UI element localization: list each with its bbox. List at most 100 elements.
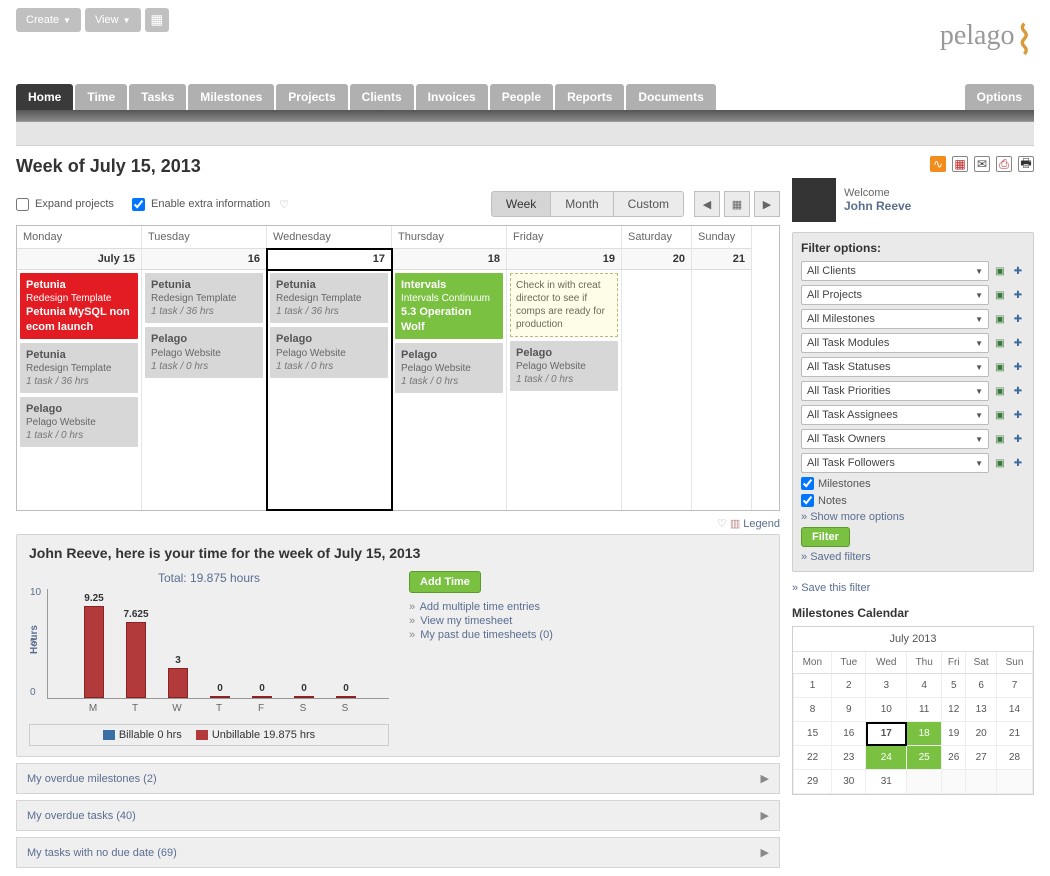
mini-cal-day[interactable]: 11 — [907, 698, 942, 722]
filter-lock-icon[interactable]: ✚ — [1011, 360, 1025, 374]
mini-cal-day[interactable]: 2 — [832, 674, 866, 698]
mini-cal-day[interactable]: 10 — [866, 698, 907, 722]
calendar-card[interactable]: PetuniaRedesign Template1 task / 36 hrs — [145, 273, 263, 323]
calendar-card[interactable]: PetuniaRedesign Template1 task / 36 hrs — [20, 343, 138, 393]
calendar-card[interactable]: IntervalsIntervals Continuum5.3 Operatio… — [395, 273, 503, 339]
mini-cal-day[interactable]: 23 — [832, 746, 866, 770]
filter-save-icon[interactable]: ▣ — [993, 360, 1007, 374]
filter-lock-icon[interactable]: ✚ — [1011, 432, 1025, 446]
calendar-card[interactable]: PetuniaRedesign TemplatePetunia MySQL no… — [20, 273, 138, 339]
expand-projects-checkbox[interactable] — [16, 198, 29, 211]
rss-icon[interactable]: ∿ — [930, 156, 946, 172]
mini-cal-day[interactable]: 28 — [996, 746, 1032, 770]
filter-select[interactable]: All Clients▼ — [801, 261, 989, 281]
mini-cal-day[interactable]: 17 — [866, 722, 907, 746]
legend-link[interactable]: Legend — [743, 518, 780, 530]
filter-select[interactable]: All Task Owners▼ — [801, 429, 989, 449]
welcome-name[interactable]: John Reeve — [844, 199, 911, 213]
prev-week-button[interactable]: ◀ — [694, 191, 720, 217]
filter-lock-icon[interactable]: ✚ — [1011, 456, 1025, 470]
mini-cal-day[interactable]: 8 — [794, 698, 832, 722]
view-button[interactable]: View ▼ — [85, 8, 141, 32]
tab-time[interactable]: Time — [75, 84, 127, 110]
tab-documents[interactable]: Documents — [626, 84, 715, 110]
mini-cal-day[interactable]: 25 — [907, 746, 942, 770]
filter-select[interactable]: All Task Assignees▼ — [801, 405, 989, 425]
filter-save-icon[interactable]: ▣ — [993, 312, 1007, 326]
mini-cal-day[interactable]: 31 — [866, 770, 907, 794]
mini-cal-day[interactable]: 21 — [996, 722, 1032, 746]
calendar-card[interactable]: PelagoPelago Website1 task / 0 hrs — [145, 327, 263, 377]
filter-lock-icon[interactable]: ✚ — [1011, 312, 1025, 326]
filter-lock-icon[interactable]: ✚ — [1011, 384, 1025, 398]
print-icon[interactable]: 🖶 — [1018, 156, 1034, 172]
filter-select[interactable]: All Task Followers▼ — [801, 453, 989, 473]
tab-invoices[interactable]: Invoices — [416, 84, 488, 110]
filter-lock-icon[interactable]: ✚ — [1011, 288, 1025, 302]
filter-save-icon[interactable]: ▣ — [993, 432, 1007, 446]
mini-cal-day[interactable]: 26 — [942, 746, 966, 770]
filter-save-icon[interactable]: ▣ — [993, 456, 1007, 470]
view-custom-button[interactable]: Custom — [614, 191, 684, 217]
mini-cal-day[interactable]: 4 — [907, 674, 942, 698]
notes-checkbox[interactable] — [801, 494, 814, 507]
calendar-card[interactable]: PelagoPelago Website1 task / 0 hrs — [270, 327, 388, 377]
view-month-button[interactable]: Month — [551, 191, 613, 217]
filter-select[interactable]: All Milestones▼ — [801, 309, 989, 329]
day-cell[interactable]: PetuniaRedesign Template1 task / 36 hrsP… — [267, 270, 392, 510]
time-link[interactable]: Add multiple time entries — [420, 601, 540, 613]
mini-cal-day[interactable]: 13 — [966, 698, 997, 722]
mini-cal-day[interactable]: 14 — [996, 698, 1032, 722]
mini-cal-day[interactable]: 16 — [832, 722, 866, 746]
tab-clients[interactable]: Clients — [350, 84, 414, 110]
accordion-row[interactable]: My tasks with no due date (69)▶ — [16, 837, 780, 868]
filter-save-icon[interactable]: ▣ — [993, 408, 1007, 422]
mini-cal-day[interactable]: 3 — [866, 674, 907, 698]
create-button[interactable]: Create ▼ — [16, 8, 81, 32]
save-this-filter-link[interactable]: » Save this filter — [792, 582, 1034, 594]
milestones-checkbox[interactable] — [801, 477, 814, 490]
pdf-icon[interactable]: ⎙ — [996, 156, 1012, 172]
filter-button[interactable]: Filter — [801, 527, 850, 547]
day-cell[interactable]: Check in with creat director to see if c… — [507, 270, 622, 510]
mini-cal-day[interactable]: 27 — [966, 746, 997, 770]
filter-save-icon[interactable]: ▣ — [993, 264, 1007, 278]
calendar-icon[interactable]: ▦ — [952, 156, 968, 172]
saved-filters-link[interactable]: » Saved filters — [801, 551, 1025, 563]
tab-home[interactable]: Home — [16, 84, 73, 110]
mini-cal-day[interactable]: 29 — [794, 770, 832, 794]
filter-select[interactable]: All Task Statuses▼ — [801, 357, 989, 377]
mini-cal-day[interactable]: 30 — [832, 770, 866, 794]
enable-extra-checkbox[interactable] — [132, 198, 145, 211]
today-button[interactable]: ▦ — [724, 191, 750, 217]
mini-cal-day[interactable]: 1 — [794, 674, 832, 698]
mini-cal-day[interactable]: 7 — [996, 674, 1032, 698]
mail-icon[interactable]: ✉ — [974, 156, 990, 172]
mini-cal-day[interactable]: 19 — [942, 722, 966, 746]
calendar-card[interactable]: PetuniaRedesign Template1 task / 36 hrs — [270, 273, 388, 323]
tab-reports[interactable]: Reports — [555, 84, 624, 110]
add-time-button[interactable]: Add Time — [409, 571, 481, 593]
filter-select[interactable]: All Task Priorities▼ — [801, 381, 989, 401]
mini-cal-day[interactable]: 20 — [966, 722, 997, 746]
filter-lock-icon[interactable]: ✚ — [1011, 264, 1025, 278]
filter-select[interactable]: All Projects▼ — [801, 285, 989, 305]
accordion-row[interactable]: My overdue milestones (2)▶ — [16, 763, 780, 794]
mini-cal-day[interactable]: 5 — [942, 674, 966, 698]
tab-tasks[interactable]: Tasks — [129, 84, 186, 110]
tab-people[interactable]: People — [490, 84, 553, 110]
time-link[interactable]: My past due timesheets (0) — [420, 629, 553, 641]
view-week-button[interactable]: Week — [491, 191, 551, 217]
calendar-card[interactable]: Check in with creat director to see if c… — [510, 273, 618, 337]
day-cell[interactable] — [692, 270, 752, 510]
mini-cal-day[interactable]: 12 — [942, 698, 966, 722]
calendar-card[interactable]: PelagoPelago Website1 task / 0 hrs — [395, 343, 503, 393]
mini-cal-day[interactable]: 24 — [866, 746, 907, 770]
mini-cal-day[interactable]: 18 — [907, 722, 942, 746]
day-cell[interactable] — [622, 270, 692, 510]
filter-select[interactable]: All Task Modules▼ — [801, 333, 989, 353]
accordion-row[interactable]: My overdue tasks (40)▶ — [16, 800, 780, 831]
tab-projects[interactable]: Projects — [276, 84, 347, 110]
filter-lock-icon[interactable]: ✚ — [1011, 336, 1025, 350]
mini-cal-day[interactable]: 22 — [794, 746, 832, 770]
